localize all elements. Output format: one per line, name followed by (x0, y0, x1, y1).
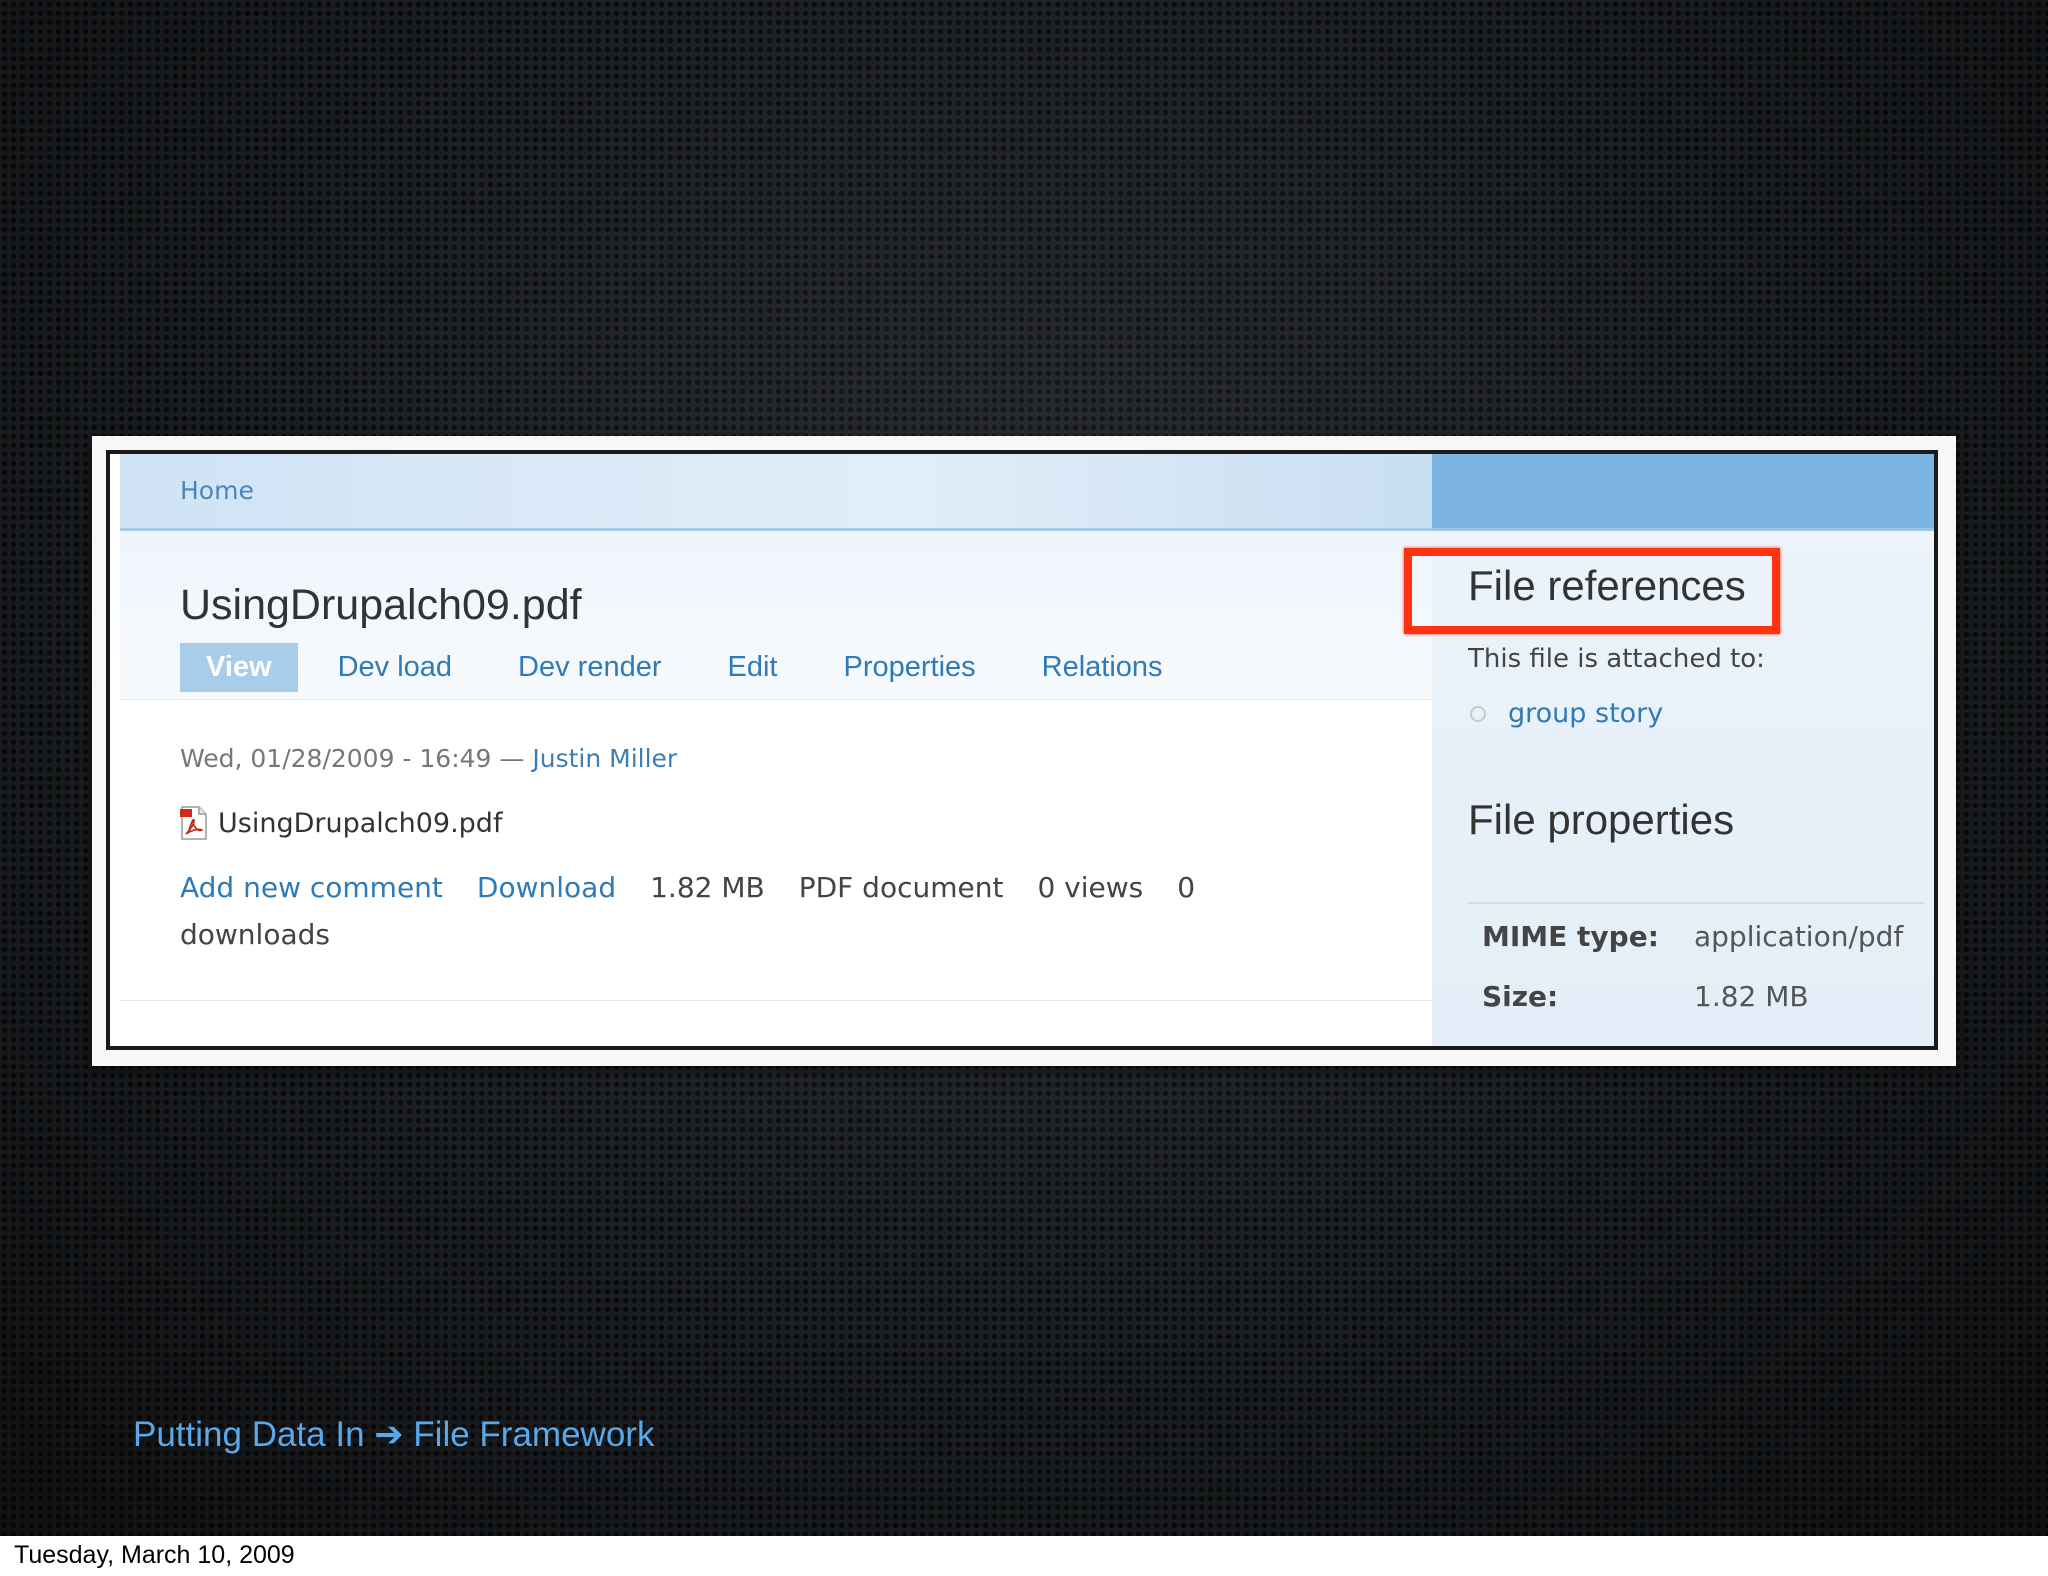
breadcrumb: Home (120, 454, 1432, 531)
property-row-mime: MIME type: application/pdf (1482, 920, 1903, 953)
node-links: Add new comment Download 1.82 MB PDF docume… (180, 864, 1260, 958)
tab-properties[interactable]: Properties (843, 651, 975, 684)
node-header: UsingDrupalch09.pdf View Dev load Dev re… (120, 531, 1432, 700)
bullet-icon (1470, 705, 1486, 722)
file-properties-title: File properties (1468, 796, 1735, 843)
file-type: PDF document (798, 871, 1004, 904)
add-comment-link[interactable]: Add new comment (180, 871, 443, 904)
slide-date: Tuesday, March 10, 2009 (14, 1541, 295, 1569)
highlight-box (1404, 548, 1780, 634)
slide-caption: Putting Data In ➔ File Framework (133, 1415, 655, 1454)
main-content: Home UsingDrupalch09.pdf View Dev load D… (120, 454, 1432, 1046)
tab-dev-render[interactable]: Dev render (518, 651, 661, 684)
sidebar-header-bar (1432, 454, 1934, 531)
author-link[interactable]: Justin Miller (532, 744, 677, 773)
tab-relations[interactable]: Relations (1042, 651, 1163, 684)
content-divider (120, 1000, 1432, 1001)
download-link[interactable]: Download (477, 871, 616, 904)
property-value: application/pdf (1694, 920, 1904, 953)
submitted-info: Wed, 01/28/2009 - 16:49 — Justin Miller (180, 744, 677, 773)
drupal-page: Home UsingDrupalch09.pdf View Dev load D… (106, 450, 1938, 1050)
reference-item[interactable]: group story (1470, 698, 1663, 729)
file-name: UsingDrupalch09.pdf (218, 807, 503, 839)
tab-edit[interactable]: Edit (728, 651, 778, 684)
page-title: UsingDrupalch09.pdf (180, 581, 582, 629)
sidebar: File references This file is attached to… (1432, 454, 1934, 1046)
breadcrumb-home-link[interactable]: Home (180, 476, 254, 505)
property-key: Size: (1482, 980, 1559, 1013)
file-size: 1.82 MB (650, 871, 765, 904)
view-count: 0 views (1037, 871, 1144, 904)
screenshot-frame: Home UsingDrupalch09.pdf View Dev load D… (92, 436, 1956, 1066)
property-value: 1.82 MB (1694, 980, 1809, 1013)
properties-divider (1468, 902, 1924, 904)
file-attachment[interactable]: UsingDrupalch09.pdf (180, 806, 502, 840)
reference-link[interactable]: group story (1508, 698, 1663, 729)
submitted-date: Wed, 01/28/2009 - 16:49 — (180, 744, 525, 773)
property-key: MIME type: (1482, 920, 1659, 953)
tab-dev-load[interactable]: Dev load (338, 651, 452, 684)
tab-view[interactable]: View (180, 642, 298, 692)
footer-strip (0, 1536, 2048, 1576)
pdf-file-icon (180, 806, 208, 840)
node-tabs: View Dev load Dev render Edit Properties… (180, 641, 1229, 693)
property-row-size: Size: 1.82 MB (1482, 980, 1809, 1013)
attached-to-text: This file is attached to: (1468, 644, 1765, 674)
